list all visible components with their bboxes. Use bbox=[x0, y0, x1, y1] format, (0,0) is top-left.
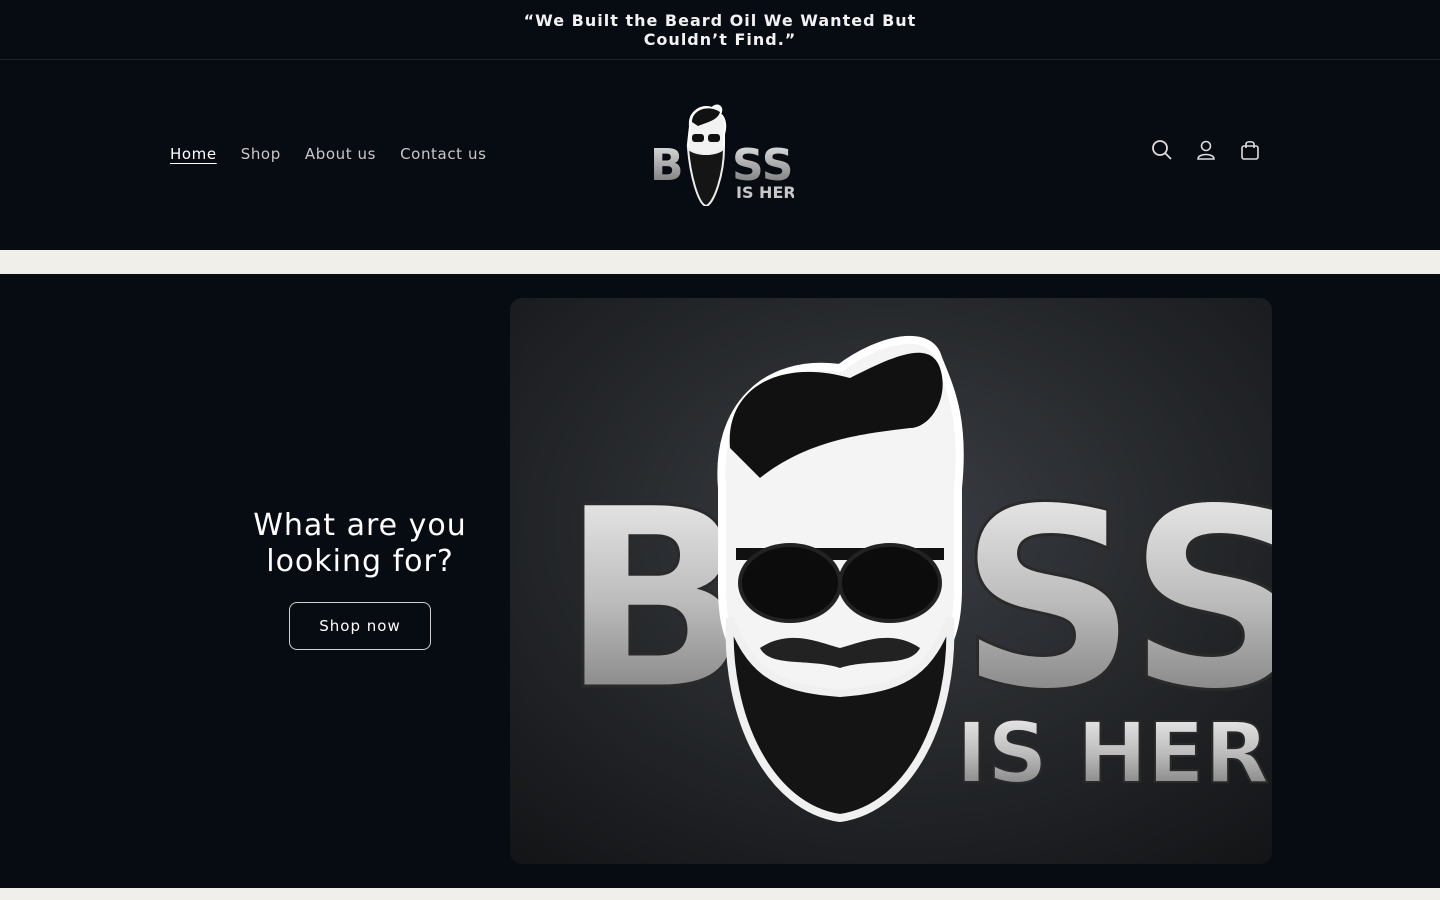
announcement-text: “We Built the Beard Oil We Wanted But Co… bbox=[523, 10, 917, 49]
hero-image: B SS IS HERE bbox=[510, 298, 1272, 864]
header-icons bbox=[1150, 138, 1262, 162]
account-icon[interactable] bbox=[1194, 138, 1218, 162]
site-header: Home Shop About us Contact us B SS IS HE… bbox=[0, 60, 1440, 250]
announcement-bar: “We Built the Beard Oil We Wanted But Co… bbox=[0, 0, 1440, 60]
hero-section: What are you looking for? Shop now B SS bbox=[0, 274, 1440, 888]
main-nav: Home Shop About us Contact us bbox=[170, 144, 487, 164]
brand-logo[interactable]: B SS IS HERE bbox=[648, 102, 807, 208]
svg-text:IS HERE: IS HERE bbox=[956, 704, 1272, 802]
hero-text-block: What are you looking for? Shop now bbox=[220, 508, 500, 650]
svg-text:SS: SS bbox=[958, 454, 1272, 745]
section-divider-bottom bbox=[0, 888, 1440, 900]
hero-heading: What are you looking for? bbox=[253, 508, 467, 579]
nav-item-contact-us[interactable]: Contact us bbox=[400, 144, 486, 164]
nav-item-about-us[interactable]: About us bbox=[305, 144, 376, 164]
shop-now-button[interactable]: Shop now bbox=[289, 602, 431, 650]
cart-icon[interactable] bbox=[1238, 138, 1262, 162]
svg-text:B: B bbox=[650, 140, 684, 191]
nav-item-shop[interactable]: Shop bbox=[241, 144, 281, 164]
bearded-man-illustration bbox=[717, 335, 964, 823]
svg-text:IS HERE: IS HERE bbox=[736, 183, 794, 202]
search-icon[interactable] bbox=[1150, 138, 1174, 162]
section-divider bbox=[0, 250, 1440, 274]
nav-item-home[interactable]: Home bbox=[170, 144, 217, 164]
